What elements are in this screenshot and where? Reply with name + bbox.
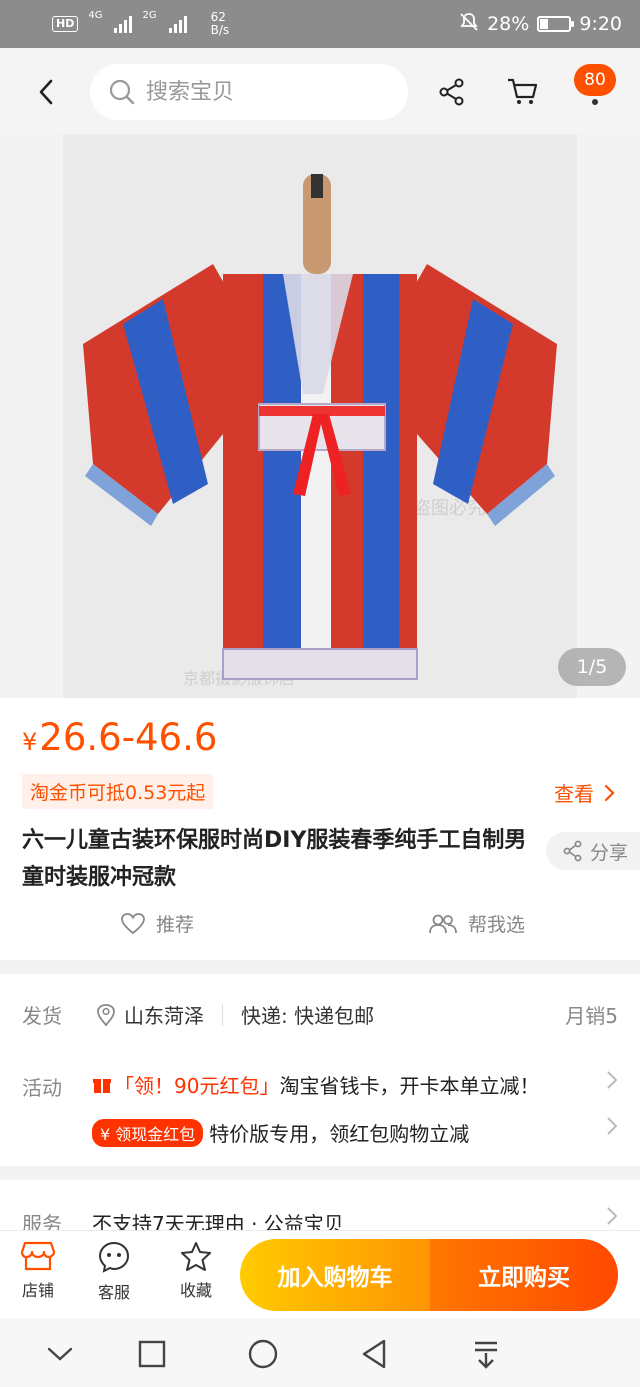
product-title: 六一儿童古装环保服时尚DIY服装春季纯手工自制男童时装服冲冠款 — [22, 828, 527, 890]
view-label: 查看 — [554, 782, 594, 806]
mute-icon — [459, 12, 479, 37]
chevron-right-icon[interactable] — [606, 1116, 618, 1136]
currency-symbol: ¥ — [22, 728, 38, 756]
activity-label: 活动 — [22, 1076, 62, 1100]
promo1-badge: 「领！90元红包」 — [114, 1074, 280, 1098]
clock: 9:20 — [579, 13, 622, 35]
promo2-badge: ¥ 领现金红包 — [92, 1118, 204, 1147]
coin-discount-tag: 淘金币可抵0.53元起 — [22, 774, 214, 809]
battery-icon — [537, 16, 575, 32]
gift-icon — [93, 1078, 111, 1093]
back-button[interactable] — [28, 74, 64, 110]
store-icon — [21, 1241, 55, 1271]
cart-count-badge: 80 — [574, 64, 616, 96]
nav-collapse-button[interactable] — [40, 1334, 80, 1374]
system-nav-bar — [0, 1318, 640, 1387]
signal-icon-2 — [168, 15, 187, 33]
divider — [222, 1003, 223, 1026]
pull-down-icon — [475, 1341, 497, 1369]
shipping-express: 快递: 快递包邮 — [241, 1004, 375, 1028]
hd-badge: HD — [52, 16, 79, 32]
shipping-row: 山东菏泽 快递: 快递包邮 — [96, 1000, 374, 1029]
chevron-right-icon — [607, 1207, 618, 1225]
location-pin-icon — [97, 1003, 115, 1026]
nav-home-button[interactable] — [243, 1334, 283, 1374]
add-to-cart-button[interactable]: 加入购物车 — [240, 1239, 430, 1311]
product-image[interactable]: 盗图必究！！ 盗图必究！！ 京都摄影服饰店 — [63, 134, 577, 698]
promo-red-packet: 「领！90元红包」 — [92, 1070, 279, 1099]
shipping-card: 发货 山东菏泽 快递: 快递包邮 月销5 活动 「领！90元红包」 淘宝省钱卡，… — [0, 974, 640, 1166]
store-label: 店铺 — [21, 1281, 54, 1300]
share-label: 分享 — [590, 841, 629, 864]
chat-face-icon — [98, 1241, 130, 1273]
heart-icon — [121, 912, 145, 934]
users-icon — [429, 914, 457, 933]
triangle-back-icon — [362, 1339, 386, 1369]
share-button[interactable] — [432, 72, 472, 112]
promo-row-1[interactable]: 「领！90元红包」 淘宝省钱卡，开卡本单立减！ — [92, 1070, 539, 1099]
header: 80 — [0, 48, 640, 134]
network-label-1: 4G — [88, 10, 103, 21]
chevron-right-icon[interactable] — [606, 1070, 618, 1090]
cart-button[interactable] — [502, 72, 542, 112]
promo1-text: 淘宝省钱卡，开卡本单立减！ — [279, 1074, 540, 1098]
star-icon — [181, 1242, 211, 1271]
search-icon — [109, 79, 135, 105]
help-choose-button[interactable]: 帮我选 — [428, 910, 525, 937]
speed-unit: B/s — [210, 23, 230, 37]
signal-icon — [114, 15, 133, 33]
nav-notification-button[interactable] — [466, 1334, 506, 1374]
shipping-label: 发货 — [22, 1004, 62, 1028]
status-bar: HD 4G 2G 62 B/s 28% 9:20 — [0, 0, 640, 48]
square-icon — [138, 1340, 166, 1368]
promo2-text: 特价版专用，领红包购物立减 — [209, 1122, 470, 1146]
favorite-label: 收藏 — [179, 1281, 212, 1300]
nav-recents-button[interactable] — [132, 1334, 172, 1374]
chevron-left-icon — [39, 79, 53, 105]
price: ¥ 26.6-46.6 — [22, 716, 217, 759]
network-label-2: 2G — [142, 10, 157, 21]
store-button[interactable]: 店铺 — [8, 1241, 68, 1301]
price-value: 26.6-46.6 — [39, 716, 218, 759]
view-link[interactable]: 查看 — [554, 778, 616, 807]
more-dot-icon[interactable] — [592, 99, 598, 105]
search-input[interactable] — [146, 79, 376, 105]
battery-percent: 28% — [487, 13, 530, 35]
monthly-sales: 月销5 — [565, 1004, 618, 1028]
network-speed: 62 B/s — [211, 11, 230, 37]
promo-row-2[interactable]: ¥ 领现金红包 特价版专用，领红包购物立减 — [92, 1118, 469, 1147]
customer-service-button[interactable]: 客服 — [84, 1241, 144, 1303]
share-chip-button[interactable]: 分享 — [546, 832, 640, 870]
chevron-right-icon — [604, 784, 615, 801]
share-icon — [439, 78, 464, 106]
share-icon — [563, 840, 582, 862]
product-info-card: ¥ 26.6-46.6 淘金币可抵0.53元起 查看 六一儿童古装环保服时尚DI… — [0, 698, 640, 960]
help-choose-label: 帮我选 — [468, 914, 526, 936]
chevron-down-icon — [47, 1347, 73, 1361]
image-counter: 1/5 — [558, 648, 626, 686]
speed-value: 62 — [210, 10, 226, 24]
recommend-label: 推荐 — [156, 914, 195, 936]
cart-icon — [508, 78, 538, 104]
favorite-button[interactable]: 收藏 — [166, 1241, 226, 1301]
buy-now-button[interactable]: 立即购买 — [430, 1239, 618, 1311]
bottom-action-bar: 店铺 客服 收藏 加入购物车 立即购买 — [0, 1230, 640, 1318]
recommend-button[interactable]: 推荐 — [120, 910, 194, 937]
customer-service-label: 客服 — [97, 1283, 130, 1302]
shipping-location: 山东菏泽 — [124, 1004, 204, 1028]
circle-icon — [248, 1339, 278, 1369]
nav-back-button[interactable] — [354, 1334, 394, 1374]
search-box[interactable] — [90, 64, 408, 120]
